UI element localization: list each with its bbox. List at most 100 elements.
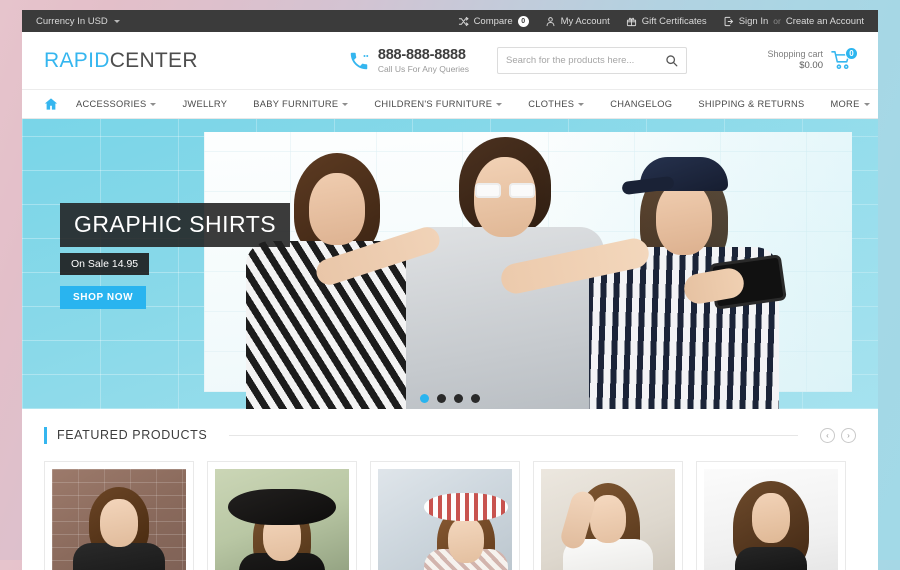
hero-photo-models bbox=[232, 131, 792, 409]
nav-label: MORE bbox=[830, 99, 860, 109]
cart-count-badge: 0 bbox=[845, 46, 858, 60]
product-card[interactable] bbox=[207, 461, 357, 570]
carousel-dots bbox=[22, 394, 878, 403]
main-navigation: ACCESSORIES JWELLRY BABY FURNITURE CHILD… bbox=[22, 90, 878, 119]
cap-prop bbox=[640, 157, 728, 191]
cart-icon-wrapper[interactable]: 0 bbox=[830, 46, 858, 72]
phone-number[interactable]: 888-888-8888 bbox=[378, 47, 469, 63]
compare-shuffle-icon bbox=[458, 16, 469, 27]
compare-link[interactable]: Compare 0 bbox=[458, 15, 529, 27]
nav-item-jwellry[interactable]: JWELLRY bbox=[169, 99, 240, 109]
product-image bbox=[215, 469, 349, 570]
model-face bbox=[590, 495, 626, 543]
nav-item-clothes[interactable]: CLOTHES bbox=[515, 99, 597, 109]
logo-primary-text: RAPID bbox=[44, 48, 110, 72]
my-account-link[interactable]: My Account bbox=[545, 16, 610, 27]
storefront-page: Currency In USD Compare 0 My Account Gif… bbox=[22, 10, 878, 570]
carousel-dot-4[interactable] bbox=[471, 394, 480, 403]
chevron-left-icon[interactable]: ‹ bbox=[820, 427, 835, 443]
nav-label: JWELLRY bbox=[182, 99, 228, 109]
model-head bbox=[309, 173, 365, 245]
chevron-down-icon bbox=[150, 102, 157, 106]
top-bar-links: Compare 0 My Account Gift Certificates S… bbox=[458, 15, 864, 27]
signin-separator: or bbox=[773, 16, 781, 26]
nav-label: CHANGELOG bbox=[610, 99, 673, 109]
featured-header: FEATURED PRODUCTS ‹ › bbox=[44, 409, 856, 461]
chevron-down-icon bbox=[578, 102, 585, 106]
hat-prop bbox=[424, 493, 509, 521]
model-body bbox=[73, 543, 165, 570]
nav-item-changelog[interactable]: CHANGELOG bbox=[597, 99, 685, 109]
search-icon[interactable] bbox=[665, 54, 678, 67]
my-account-label: My Account bbox=[560, 15, 610, 27]
chevron-right-icon[interactable]: › bbox=[841, 427, 856, 443]
shop-now-button[interactable]: SHOP NOW bbox=[60, 286, 147, 309]
hero-carousel: Fashion 17 GRAPHIC SHIRTS On Sale 14.95 … bbox=[22, 119, 878, 409]
nav-item-more[interactable]: MORE bbox=[817, 99, 878, 109]
compare-label: Compare bbox=[473, 15, 513, 27]
product-photo-model bbox=[558, 475, 654, 570]
product-photo-model bbox=[724, 477, 818, 570]
model-face bbox=[100, 499, 138, 547]
nav-item-shipping-returns[interactable]: SHIPPING & RETURNS bbox=[685, 99, 817, 109]
cart-total: $0.00 bbox=[799, 60, 823, 72]
chevron-down-icon bbox=[342, 102, 349, 106]
search-input[interactable] bbox=[506, 55, 665, 66]
sign-in-link[interactable]: Sign In bbox=[739, 16, 769, 27]
login-icon bbox=[723, 16, 734, 27]
product-card[interactable] bbox=[533, 461, 683, 570]
product-photo-model bbox=[226, 479, 338, 570]
chevron-down-icon bbox=[113, 19, 120, 23]
product-image bbox=[378, 469, 512, 570]
product-card[interactable] bbox=[370, 461, 520, 570]
site-logo[interactable]: RAPIDCENTER bbox=[44, 49, 198, 73]
currency-selector[interactable]: Currency In USD bbox=[36, 16, 120, 27]
product-image bbox=[704, 469, 838, 570]
site-header: RAPIDCENTER 888-888-8888 Call Us For Any… bbox=[22, 32, 878, 90]
hero-title: GRAPHIC SHIRTS bbox=[60, 203, 291, 247]
product-card[interactable] bbox=[44, 461, 194, 570]
gift-certificates-link[interactable]: Gift Certificates bbox=[626, 16, 707, 27]
carousel-dot-1[interactable] bbox=[420, 394, 429, 403]
hero-caption: GRAPHIC SHIRTS On Sale 14.95 SHOP NOW bbox=[60, 203, 291, 309]
search-box[interactable] bbox=[497, 47, 687, 74]
model-face bbox=[448, 517, 485, 563]
section-title: FEATURED PRODUCTS bbox=[57, 428, 208, 442]
product-card[interactable] bbox=[696, 461, 846, 570]
featured-carousel-controls: ‹ › bbox=[820, 427, 856, 443]
carousel-dot-2[interactable] bbox=[437, 394, 446, 403]
hero-sale-text: On Sale 14.95 bbox=[60, 253, 150, 275]
chevron-down-icon bbox=[863, 102, 870, 106]
featured-products-section: FEATURED PRODUCTS ‹ › bbox=[22, 409, 878, 570]
model-body bbox=[735, 547, 807, 570]
model-head bbox=[656, 181, 712, 255]
nav-label: ACCESSORIES bbox=[76, 99, 147, 109]
create-account-link[interactable]: Create an Account bbox=[786, 16, 864, 27]
section-divider bbox=[229, 434, 798, 436]
phone-caption: Call Us For Any Queries bbox=[377, 64, 469, 74]
product-image bbox=[541, 469, 675, 570]
compare-count-badge: 0 bbox=[517, 15, 529, 27]
user-icon bbox=[545, 16, 556, 27]
nav-item-accessories[interactable]: ACCESSORIES bbox=[76, 99, 169, 109]
model-face bbox=[752, 493, 790, 543]
product-photo-model bbox=[422, 489, 510, 570]
featured-products-row bbox=[44, 461, 856, 570]
gift-certificates-label: Gift Certificates bbox=[641, 15, 707, 27]
logo-secondary-text: CENTER bbox=[109, 48, 198, 72]
nav-label: CHILDREN'S FURNITURE bbox=[374, 99, 493, 109]
chevron-down-icon bbox=[496, 102, 503, 106]
phone-call-icon bbox=[348, 50, 370, 72]
product-image bbox=[52, 469, 186, 570]
signin-group: Sign In or Create an Account bbox=[723, 16, 864, 27]
contact-phone-block: 888-888-8888 Call Us For Any Queries bbox=[348, 47, 469, 74]
carousel-dot-3[interactable] bbox=[454, 394, 463, 403]
sunglasses-prop bbox=[475, 183, 535, 198]
model-center bbox=[400, 131, 652, 409]
hat-prop bbox=[228, 489, 336, 525]
cart-label: Shopping cart bbox=[767, 48, 823, 59]
nav-item-baby-furniture[interactable]: BABY FURNITURE bbox=[240, 99, 361, 109]
nav-item-childrens-furniture[interactable]: CHILDREN'S FURNITURE bbox=[361, 99, 515, 109]
home-icon[interactable] bbox=[44, 97, 58, 111]
shopping-cart-summary[interactable]: Shopping cart $0.00 0 bbox=[767, 46, 858, 72]
